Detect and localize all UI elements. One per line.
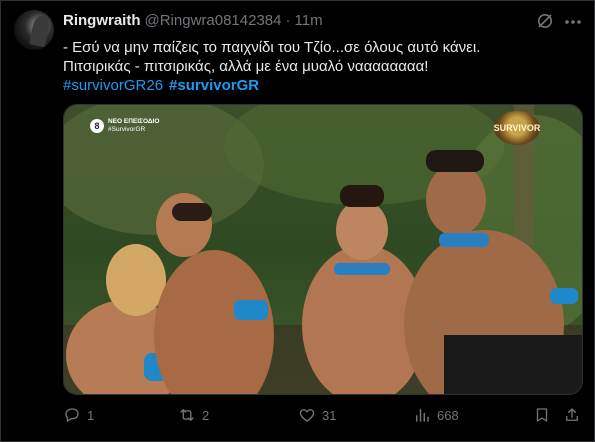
reply-count: 1 <box>87 407 95 423</box>
views-count: 668 <box>437 407 459 423</box>
tweet-header: Ringwraith @Ringwra08142384 · 11m <box>63 12 323 30</box>
survivor-logo: SURVIVOR <box>494 111 540 145</box>
views-icon <box>416 409 429 422</box>
share-icon <box>566 408 578 421</box>
separator-dot: · <box>285 12 291 29</box>
grok-icon[interactable] <box>537 13 553 29</box>
episode-badge: 8 ΝΕΟ ΕΠΕΙΣΟΔΙΟ #SurvivorGR <box>90 118 159 134</box>
tweet-text: - Εσύ να μην παίζεις το παιχνίδι του Τζί… <box>63 38 583 95</box>
photo-illustration <box>64 105 582 394</box>
tweet-text-line: - Εσύ να μην παίζεις το παιχνίδι του Τζί… <box>63 39 481 56</box>
like-icon <box>299 409 315 422</box>
author-name[interactable]: Ringwraith <box>63 12 141 29</box>
tweet-time[interactable]: 11m <box>295 12 323 29</box>
reply-button[interactable]: 1 <box>63 404 94 426</box>
share-button[interactable] <box>563 404 581 426</box>
bookmark-icon <box>536 408 548 422</box>
repost-count: 2 <box>202 407 210 423</box>
hashtag-link[interactable]: #survivorGR26 <box>63 77 163 94</box>
hashtag-link[interactable]: #survivorGR <box>169 77 259 94</box>
avatar[interactable] <box>14 10 54 50</box>
like-button[interactable]: 31 <box>298 404 336 426</box>
badge-number: 8 <box>90 119 104 133</box>
action-bar: 1 2 31 668 <box>63 404 583 426</box>
badge-title: ΝΕΟ ΕΠΕΙΣΟΔΙΟ <box>108 118 160 125</box>
views-button[interactable]: 668 <box>413 404 459 426</box>
hashtags: #survivorGR26 #survivorGR <box>63 76 583 95</box>
repost-icon <box>180 409 194 421</box>
tweet-card[interactable]: Ringwraith @Ringwra08142384 · 11m - Εσύ … <box>0 0 595 442</box>
tweet-text-line: Πιτσιρικάς - πιτσιρικάς, αλλά με ένα μυα… <box>63 58 429 75</box>
author-handle[interactable]: @Ringwra08142384 <box>145 12 282 29</box>
like-count: 31 <box>322 407 337 423</box>
tweet-media-image[interactable]: 8 ΝΕΟ ΕΠΕΙΣΟΔΙΟ #SurvivorGR SURVIVOR <box>63 104 583 395</box>
reply-icon <box>65 408 79 423</box>
bookmark-button[interactable] <box>533 404 551 426</box>
repost-button[interactable]: 2 <box>178 404 209 426</box>
badge-tag: #SurvivorGR <box>108 126 146 133</box>
more-icon[interactable] <box>563 12 583 32</box>
